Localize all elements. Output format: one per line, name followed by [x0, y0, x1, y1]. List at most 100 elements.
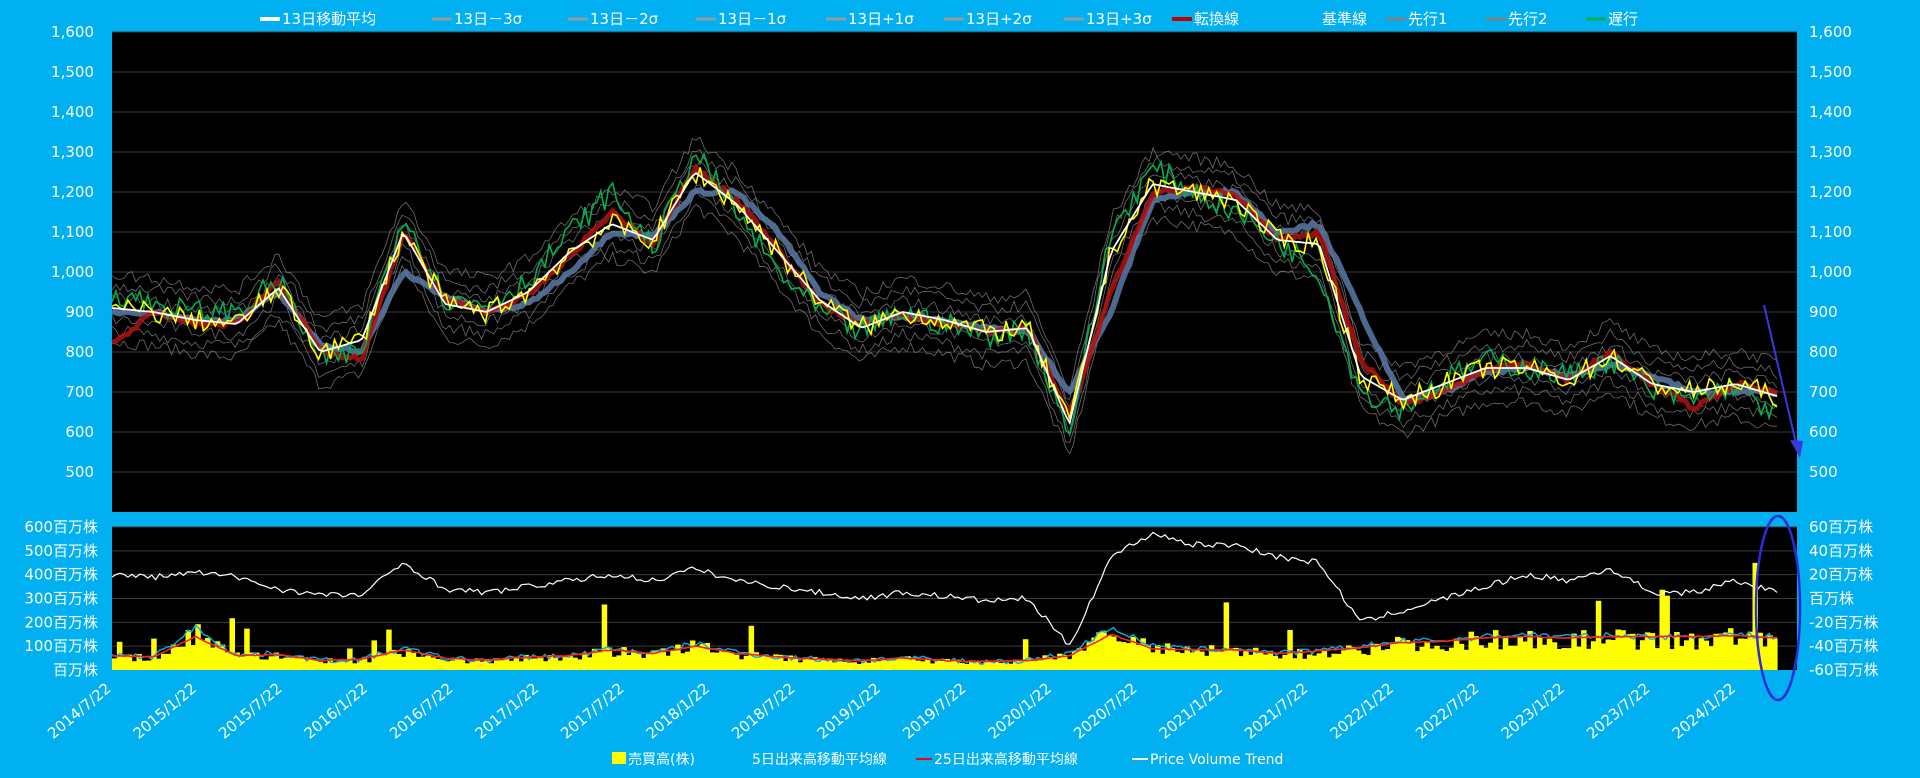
- price-right-tick: 1,400: [1809, 103, 1852, 121]
- volume-bar: [1287, 630, 1293, 670]
- volume-bar: [440, 660, 446, 670]
- bottom-legend-label: Price Volume Trend: [1150, 752, 1283, 768]
- volume-bar: [1341, 650, 1347, 670]
- volume-bar: [738, 659, 745, 670]
- volume-bar: [1257, 652, 1264, 670]
- x-axis-tick: 2019/7/22: [899, 679, 969, 742]
- volume-bar: [1581, 630, 1587, 670]
- volume-bar: [489, 663, 495, 670]
- volume-bar: [156, 658, 162, 670]
- top-legend-label: 13日移動平均: [282, 10, 376, 28]
- volume-bar: [317, 661, 324, 670]
- volume-right-tick: 60百万株: [1809, 518, 1873, 536]
- volume-left-tick: 百万株: [53, 661, 98, 679]
- volume-bar: [386, 629, 392, 670]
- volume-bar: [1106, 635, 1112, 670]
- volume-bar: [582, 652, 588, 670]
- volume-bar: [1507, 645, 1514, 670]
- volume-bar: [1160, 653, 1166, 670]
- volume-right-tick: 40百万株: [1809, 542, 1873, 560]
- top-legend-label: 先行2: [1508, 10, 1548, 28]
- volume-bar: [435, 659, 441, 670]
- volume-bar: [1772, 638, 1778, 670]
- price-left-tick: 1,100: [51, 223, 94, 241]
- volume-bar: [1204, 655, 1210, 670]
- volume-right-tick: -60百万株: [1809, 661, 1879, 679]
- volume-bar: [165, 653, 172, 670]
- price-panel: 500 500 600 600 700 700 800 800 900 900 1,000 1,000…: [51, 23, 1852, 512]
- volume-bar: [978, 664, 985, 670]
- bottom-legend-label: 25日出来高移動平均線: [934, 751, 1078, 768]
- volume-bar: [1664, 595, 1670, 670]
- volume-bar: [1404, 640, 1411, 670]
- volume-bar: [195, 624, 201, 670]
- volume-bar: [856, 663, 862, 670]
- volume-bar: [743, 655, 750, 670]
- volume-bar: [640, 657, 647, 670]
- volume-bar: [1566, 648, 1572, 670]
- volume-bar: [1233, 647, 1239, 670]
- chart-svg: 500 500 600 600 700 700 800 800 900 900 1,000 1,000…: [24, 10, 1879, 768]
- volume-bar: [366, 662, 373, 670]
- volume-bar: [631, 650, 637, 670]
- volume-bar: [1022, 639, 1029, 670]
- volume-bar: [915, 660, 921, 670]
- volume-bar: [655, 650, 662, 670]
- top-legend-label: 先行1: [1408, 10, 1448, 28]
- price-right-tick: 1,200: [1809, 183, 1852, 201]
- volume-bar: [807, 659, 813, 670]
- volume-bar: [733, 654, 740, 670]
- volume-bar: [1444, 651, 1450, 670]
- volume-bar: [1135, 644, 1141, 670]
- volume-bar: [1223, 602, 1230, 670]
- x-axis-tick: 2019/1/22: [814, 679, 884, 742]
- volume-bar: [1360, 653, 1367, 670]
- volume-bar: [200, 639, 206, 670]
- volume-left-tick: 600百万株: [24, 518, 98, 536]
- volume-bar: [239, 656, 245, 670]
- volume-bar: [719, 650, 725, 670]
- volume-bar: [1248, 654, 1254, 670]
- volume-bar: [1639, 640, 1646, 670]
- x-axis-tick: 2021/7/22: [1241, 679, 1311, 742]
- volume-bar: [587, 657, 593, 670]
- volume-bar: [1277, 658, 1283, 670]
- volume-bar: [1115, 641, 1122, 670]
- volume-right-tick: -40百万株: [1809, 637, 1879, 655]
- volume-bar: [396, 654, 402, 670]
- volume-bar: [1380, 650, 1386, 670]
- volume-bar: [626, 655, 632, 670]
- volume-bar: [278, 658, 284, 670]
- volume-bar: [1458, 643, 1465, 670]
- volume-bar: [616, 655, 622, 670]
- volume-bar: [454, 658, 461, 670]
- volume-bar: [969, 662, 975, 670]
- volume-bar: [1199, 651, 1205, 670]
- volume-bar: [1537, 637, 1543, 670]
- volume-bar: [1586, 648, 1592, 670]
- volume-bar: [748, 625, 755, 670]
- volume-bar: [1008, 663, 1014, 670]
- volume-bar: [1571, 633, 1577, 670]
- volume-bar: [929, 663, 936, 670]
- price-left-tick: 1,400: [51, 103, 94, 121]
- volume-bar: [146, 660, 152, 670]
- volume-bar: [469, 661, 475, 670]
- volume-bar: [258, 659, 265, 670]
- volume-bar: [846, 662, 853, 670]
- x-axis-tick: 2015/1/22: [130, 679, 200, 742]
- volume-bar: [1096, 632, 1102, 670]
- volume-left-tick: 400百万株: [24, 566, 98, 584]
- volume-bar: [445, 661, 451, 670]
- volume-bar: [1483, 647, 1489, 670]
- volume-bar: [361, 658, 368, 670]
- volume-bar: [503, 658, 510, 670]
- volume-left-tick: 300百万株: [24, 590, 98, 608]
- volume-bar: [1605, 639, 1612, 670]
- volume-bar: [293, 657, 299, 670]
- volume-bar: [1718, 633, 1724, 670]
- volume-bar: [1385, 649, 1391, 670]
- volume-bar: [1502, 636, 1509, 670]
- volume-bar: [1497, 649, 1504, 670]
- volume-bar: [1189, 652, 1195, 670]
